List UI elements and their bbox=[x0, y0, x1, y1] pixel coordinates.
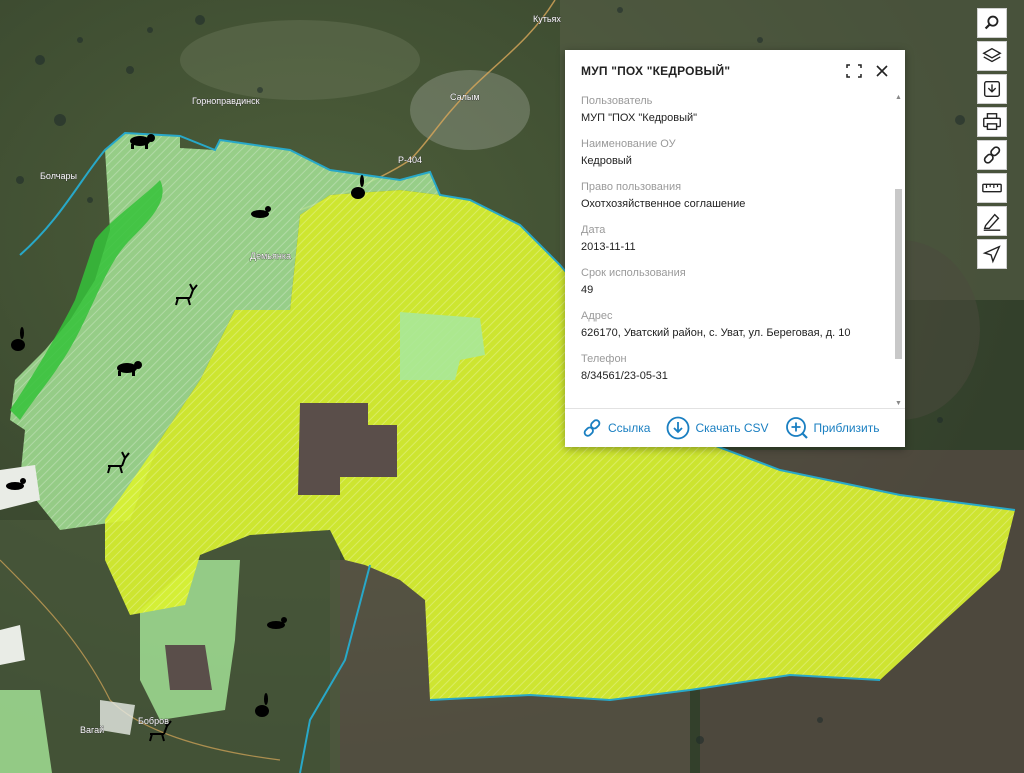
field-hunting-ground: Наименование ОУ Кедровый bbox=[565, 137, 905, 169]
popup-body[interactable]: Пользователь МУП "ПОХ "Кедровый" Наимено… bbox=[565, 94, 905, 406]
field-label: Срок использования bbox=[581, 267, 686, 279]
field-value: МУП "ПОХ "Кедровый" bbox=[581, 112, 698, 124]
fullscreen-icon bbox=[846, 64, 862, 78]
field-value: 49 bbox=[581, 284, 594, 296]
field-value: 626170, Уватский район, с. Уват, ул. Бер… bbox=[581, 327, 851, 339]
place-label: Горноправдинск bbox=[192, 96, 260, 106]
road-label: Р-404 bbox=[398, 155, 422, 165]
link-icon bbox=[583, 419, 601, 437]
field-value: 2013-11-11 bbox=[581, 241, 636, 253]
field-value: Кедровый bbox=[581, 155, 632, 167]
field-value: Охотхозяйственное соглашение bbox=[581, 198, 746, 210]
place-label: Бобров bbox=[138, 716, 169, 726]
layers-icon bbox=[982, 47, 1002, 63]
zoom-in-icon bbox=[785, 417, 808, 439]
fullscreen-button[interactable] bbox=[845, 62, 863, 80]
close-icon bbox=[876, 65, 888, 77]
locate-button[interactable] bbox=[977, 239, 1007, 269]
link-button[interactable] bbox=[977, 140, 1007, 170]
download-circle-icon bbox=[667, 416, 690, 440]
close-button[interactable] bbox=[873, 62, 891, 80]
feature-info-popup: МУП "ПОХ "КЕДРОВЫЙ" Пользователь МУП "ПО… bbox=[565, 50, 905, 447]
measure-button[interactable] bbox=[977, 173, 1007, 203]
zoom-to-action[interactable]: Приблизить bbox=[785, 416, 880, 440]
field-value: 8/34561/23-05-31 bbox=[581, 370, 668, 382]
field-address: Адрес 626170, Уватский район, с. Уват, у… bbox=[565, 309, 905, 341]
ruler-icon bbox=[982, 183, 1002, 193]
field-phone: Телефон 8/34561/23-05-31 bbox=[565, 352, 905, 384]
popup-scrollbar[interactable]: ▲ ▼ bbox=[895, 94, 902, 408]
field-label: Дата bbox=[581, 224, 606, 236]
scroll-thumb[interactable] bbox=[895, 189, 902, 359]
place-label: Вагай bbox=[80, 725, 104, 735]
search-icon bbox=[984, 15, 999, 30]
download-icon bbox=[983, 80, 1001, 98]
scroll-down-icon[interactable]: ▼ bbox=[895, 400, 902, 408]
layers-button[interactable] bbox=[977, 41, 1007, 71]
field-label: Наименование ОУ bbox=[581, 138, 676, 150]
place-label: Демьянка bbox=[250, 251, 291, 261]
zoom-to-label: Приблизить bbox=[813, 421, 880, 435]
field-term: Срок использования 49 bbox=[565, 266, 905, 298]
link-action-label: Ссылка bbox=[608, 421, 651, 435]
scroll-up-icon[interactable]: ▲ bbox=[895, 94, 902, 102]
field-date: Дата 2013-11-11 bbox=[565, 223, 905, 255]
download-csv-action[interactable]: Скачать CSV bbox=[666, 416, 769, 440]
place-label: Болчары bbox=[40, 171, 77, 181]
place-label: Салым bbox=[450, 92, 480, 102]
pen-icon bbox=[983, 213, 1001, 231]
link-action[interactable]: Ссылка bbox=[581, 417, 650, 439]
field-label: Пользователь bbox=[581, 95, 653, 107]
field-label: Телефон bbox=[581, 353, 627, 365]
field-label: Адрес bbox=[581, 310, 613, 322]
download-csv-label: Скачать CSV bbox=[695, 421, 769, 435]
place-label: Кутьях bbox=[533, 14, 561, 24]
link-icon bbox=[983, 146, 1001, 164]
map-toolbar bbox=[977, 8, 1007, 272]
print-icon bbox=[983, 113, 1001, 131]
field-label: Право пользования bbox=[581, 181, 682, 193]
popup-header: МУП "ПОХ "КЕДРОВЫЙ" bbox=[565, 50, 905, 92]
navigation-icon bbox=[982, 245, 1001, 264]
popup-title: МУП "ПОХ "КЕДРОВЫЙ" bbox=[581, 64, 731, 78]
draw-button[interactable] bbox=[977, 206, 1007, 236]
search-button[interactable] bbox=[977, 8, 1007, 38]
field-user: Пользователь МУП "ПОХ "Кедровый" bbox=[565, 94, 905, 126]
download-button[interactable] bbox=[977, 74, 1007, 104]
field-usage-right: Право пользования Охотхозяйственное согл… bbox=[565, 180, 905, 212]
popup-actions: Ссылка Скачать CSV Приблизить bbox=[565, 408, 905, 447]
print-button[interactable] bbox=[977, 107, 1007, 137]
